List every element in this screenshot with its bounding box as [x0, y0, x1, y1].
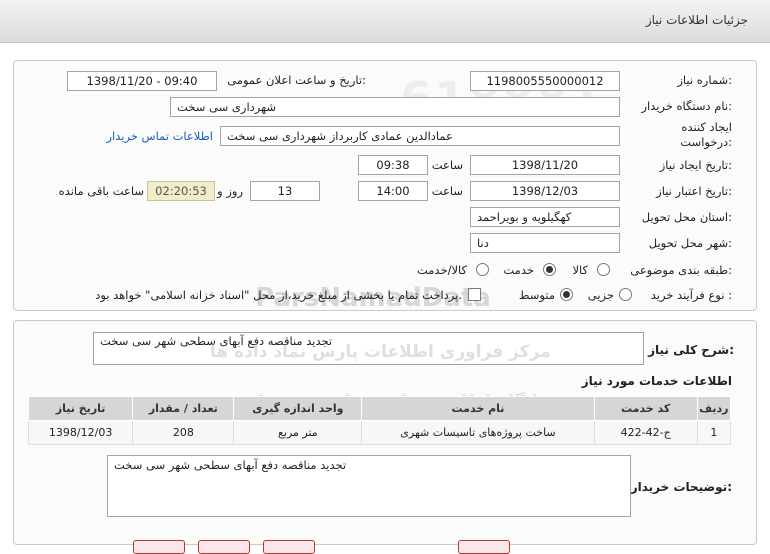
- need-date-field: 1398/11/20: [470, 155, 620, 175]
- validity-date-label: تاریخ اعتبار نیاز:: [656, 184, 732, 198]
- category-option-goods: کالا: [572, 263, 588, 277]
- category-option-service: خدمت: [503, 263, 534, 277]
- process-option-minor: جزیی: [587, 288, 614, 302]
- bottom-button-1[interactable]: [133, 540, 185, 554]
- title-bar: جزئیات اطلاعات نیاز: [0, 0, 770, 43]
- time-remaining-field: 02:20:53: [147, 181, 215, 201]
- col-unit: واحد اندازه گیری: [233, 396, 363, 421]
- days-remaining-field: 13: [250, 181, 320, 201]
- col-need-date: تاریخ نیاز: [27, 396, 134, 421]
- need-time-label: ساعت: [431, 158, 463, 172]
- contact-buyer-link[interactable]: اطلاعات تماس خریدار: [106, 129, 213, 143]
- cell-service-name: ساخت پروژه‌های تاسیسات شهری: [361, 420, 595, 445]
- city-field: دنا: [470, 233, 620, 253]
- province-label: استان محل تحویل:: [641, 210, 732, 224]
- cell-unit: متر مربع: [233, 420, 363, 445]
- hours-remaining-label: ساعت باقی مانده: [58, 184, 144, 198]
- validity-time-field: 14:00: [358, 181, 428, 201]
- cell-service-code: ج-42-422: [593, 420, 698, 445]
- creator-label: ایجاد کننده درخواست:: [680, 120, 732, 149]
- need-number-label: شماره نیاز:: [677, 73, 732, 87]
- announce-datetime-label: تاریخ و ساعت اعلان عمومی:: [227, 73, 366, 87]
- process-type-label: نوع فرآیند خرید :: [650, 288, 732, 302]
- need-time-field: 09:38: [358, 155, 428, 175]
- col-quantity: تعداد / مقدار: [132, 396, 235, 421]
- payment-treasury-note: پرداخت تمام یا بخشی از مبلغ خرید،از محل …: [95, 288, 462, 302]
- buyer-notes-field: تجدید مناقصه دفع آبهای سطحی شهر سی سخت: [107, 455, 631, 517]
- category-radio-service[interactable]: [543, 263, 556, 276]
- cell-row-number: 1: [696, 420, 732, 445]
- creator-field: عمادالدین عمادی کاربرداز شهرداری سی سخت: [220, 126, 620, 146]
- buyer-org-field: شهرداری سی سخت: [170, 97, 620, 117]
- category-radio-goods-service[interactable]: [476, 263, 489, 276]
- city-label: شهر محل تحویل:: [648, 236, 732, 250]
- general-desc-label: شرح کلی نیاز:: [648, 343, 734, 357]
- category-radio-goods[interactable]: [597, 263, 610, 276]
- general-desc-field: تجدید مناقصه دفع آبهای سطحی شهر سی سخت: [93, 332, 644, 365]
- cell-need-date: 1398/12/03: [27, 420, 134, 445]
- bottom-button-4[interactable]: [458, 540, 510, 554]
- services-table-header: ردیف کد خدمت نام خدمت واحد اندازه گیری ت…: [27, 396, 732, 421]
- table-row: 1 ج-42-422 ساخت پروژه‌های تاسیسات شهری م…: [27, 420, 732, 445]
- buyer-org-label: نام دستگاه خریدار:: [641, 99, 732, 113]
- bottom-button-3[interactable]: [263, 540, 315, 554]
- province-field: کهگیلویه و بویراحمد: [470, 207, 620, 227]
- category-option-goods-service: کالا/خدمت: [416, 263, 467, 277]
- category-label: طبقه بندی موضوعی:: [630, 263, 732, 277]
- col-service-name: نام خدمت: [361, 396, 595, 421]
- bottom-button-2[interactable]: [198, 540, 250, 554]
- process-radio-minor[interactable]: [619, 288, 632, 301]
- announce-datetime-field: 1398/11/20 - 09:40: [67, 71, 217, 91]
- col-service-code: کد خدمت: [593, 396, 698, 421]
- buyer-notes-label: توضیحات خریدار:: [630, 480, 732, 494]
- payment-treasury-checkbox[interactable]: [468, 288, 481, 301]
- process-radio-medium[interactable]: [560, 288, 573, 301]
- process-option-medium: متوسط: [518, 288, 555, 302]
- cell-quantity: 208: [132, 420, 235, 445]
- need-number-field: 1198005550000012: [470, 71, 620, 91]
- page-title: جزئیات اطلاعات نیاز: [645, 13, 748, 27]
- day-and-label: روز و: [217, 184, 243, 198]
- need-date-label: تاریخ ایجاد نیاز:: [659, 158, 732, 172]
- validity-date-field: 1398/12/03: [470, 181, 620, 201]
- validity-time-label: ساعت: [431, 184, 463, 198]
- col-row-number: ردیف: [696, 396, 732, 421]
- services-table: ردیف کد خدمت نام خدمت واحد اندازه گیری ت…: [27, 396, 732, 445]
- services-title: اطلاعات خدمات مورد نیاز: [581, 374, 732, 388]
